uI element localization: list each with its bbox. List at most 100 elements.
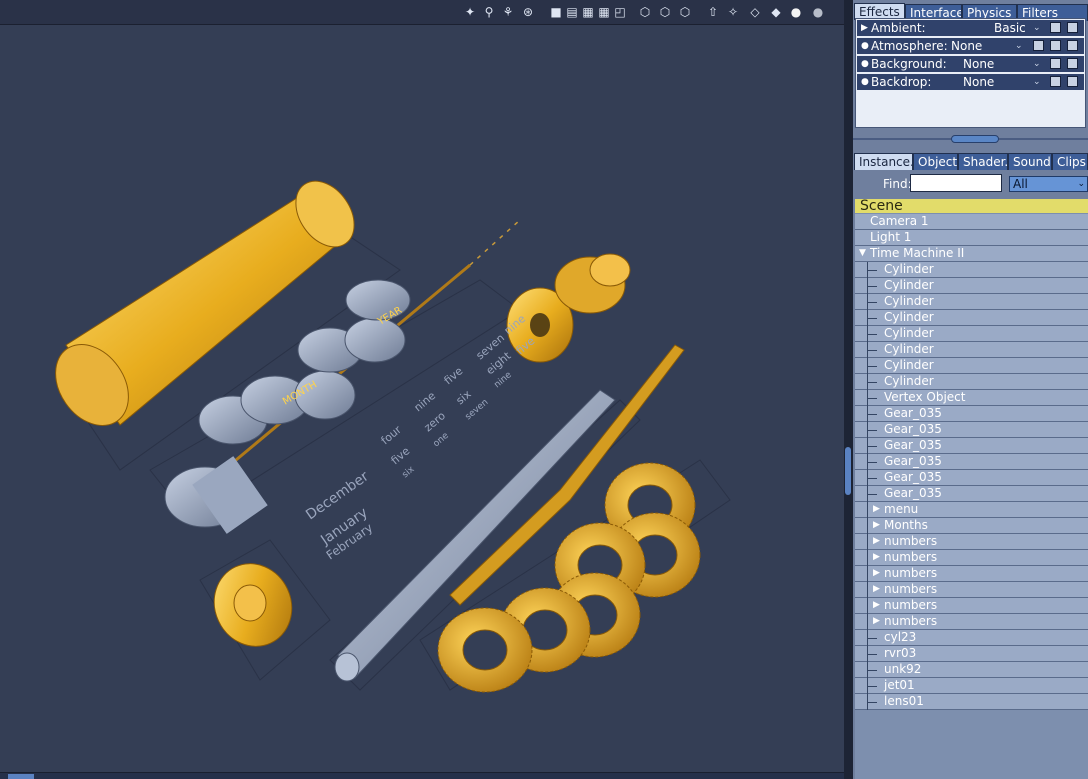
- cube-lit-icon[interactable]: ⬡: [657, 4, 673, 20]
- expand-arrow-icon[interactable]: ▶: [873, 502, 880, 517]
- 3d-viewport[interactable]: ✦ ⚲ ⚘ ⊛ ■ ▤ ▦ ▦ ◰ ⬡ ⬡ ⬡ ⇧ ✧ ◇ ◆ ● ● MONT…: [0, 0, 844, 779]
- tree-row[interactable]: Gear_035: [855, 422, 1088, 438]
- expand-arrow-icon[interactable]: ▶: [873, 598, 880, 613]
- texture-sphere-icon[interactable]: ●: [810, 4, 826, 20]
- splitter-grip[interactable]: [845, 447, 851, 495]
- light-icon[interactable]: ⇧: [705, 4, 721, 20]
- split-view-icon[interactable]: ◰: [612, 4, 628, 20]
- effect-row-backdrop[interactable]: ● Backdrop: None ⌄: [857, 74, 1084, 90]
- single-view-icon[interactable]: ■: [548, 4, 564, 20]
- tree-row[interactable]: Gear_035: [855, 470, 1088, 486]
- expand-arrow-icon[interactable]: ▶: [873, 582, 880, 597]
- figure-icon[interactable]: ⚲: [481, 4, 497, 20]
- tree-row[interactable]: lens01: [855, 694, 1088, 710]
- cube-wire-icon[interactable]: ⬡: [637, 4, 653, 20]
- tree-row[interactable]: Cylinder: [855, 342, 1088, 358]
- tree-row[interactable]: ▼ Time Machine II: [855, 246, 1088, 262]
- tree-row[interactable]: Cylinder: [855, 262, 1088, 278]
- effect-value[interactable]: None: [963, 56, 994, 72]
- save-icon[interactable]: [1050, 76, 1061, 87]
- save-icon[interactable]: [1050, 22, 1061, 33]
- 3d-scene[interactable]: MONTH YEAR December January February fou…: [0, 24, 844, 772]
- tree-row[interactable]: Vertex Object: [855, 390, 1088, 406]
- chevron-down-icon[interactable]: ⌄: [1015, 38, 1023, 54]
- expand-arrow-icon[interactable]: ▶: [873, 566, 880, 581]
- tree-row[interactable]: ▶ numbers: [855, 534, 1088, 550]
- tree-row[interactable]: cyl23: [855, 630, 1088, 646]
- chevron-down-icon[interactable]: ⌄: [1033, 74, 1041, 90]
- expand-arrow-icon[interactable]: ▶: [873, 534, 880, 549]
- collapse-arrow-icon[interactable]: ▼: [859, 246, 866, 261]
- tree-row[interactable]: jet01: [855, 678, 1088, 694]
- effect-value[interactable]: None: [963, 74, 994, 90]
- sphere-grid-icon[interactable]: ⊛: [520, 4, 536, 20]
- effect-value[interactable]: Basic: [994, 20, 1026, 36]
- camera-icon[interactable]: ✦: [462, 4, 478, 20]
- cube-shade-icon[interactable]: ⬡: [677, 4, 693, 20]
- three-view-icon[interactable]: ▦: [580, 4, 596, 20]
- tree-row[interactable]: Light 1: [855, 230, 1088, 246]
- expand-arrow-icon[interactable]: ▶: [861, 20, 868, 36]
- tree-row[interactable]: ▶ menu: [855, 502, 1088, 518]
- tree-row-label: Cylinder: [884, 262, 934, 276]
- tree-connector: [867, 534, 868, 550]
- tab-instance[interactable]: Instance.: [854, 153, 913, 170]
- tree-row[interactable]: Cylinder: [855, 294, 1088, 310]
- tree-row[interactable]: ▶ Months: [855, 518, 1088, 534]
- effect-row-atmosphere[interactable]: ● Atmosphere: None ⌄: [857, 38, 1084, 54]
- vertical-splitter[interactable]: [844, 0, 853, 779]
- rotate-icon[interactable]: ✧: [725, 4, 741, 20]
- tree-row[interactable]: Gear_035: [855, 454, 1088, 470]
- tab-object[interactable]: Object.: [913, 153, 958, 170]
- tree-row[interactable]: Cylinder: [855, 278, 1088, 294]
- chevron-down-icon[interactable]: ⌄: [1033, 56, 1041, 72]
- tree-row[interactable]: ▶ numbers: [855, 614, 1088, 630]
- edit-icon[interactable]: [1033, 40, 1044, 51]
- load-icon[interactable]: [1067, 40, 1078, 51]
- load-icon[interactable]: [1067, 22, 1078, 33]
- effect-row-background[interactable]: ● Background: None ⌄: [857, 56, 1084, 72]
- effect-row-ambient[interactable]: ▶ Ambient: Basic ⌄: [857, 20, 1084, 36]
- expand-arrow-icon[interactable]: ▶: [873, 614, 880, 629]
- two-view-icon[interactable]: ▤: [564, 4, 580, 20]
- tree-row[interactable]: Cylinder: [855, 374, 1088, 390]
- tree-row[interactable]: Cylinder: [855, 326, 1088, 342]
- viewport-bottom-tab[interactable]: [8, 774, 34, 779]
- shaded-sphere-icon[interactable]: ●: [788, 4, 804, 20]
- expand-arrow-icon[interactable]: ▶: [873, 518, 880, 533]
- tree-row[interactable]: Cylinder: [855, 358, 1088, 374]
- scene-root[interactable]: Scene: [855, 199, 1088, 213]
- tree-row[interactable]: Camera 1: [855, 214, 1088, 230]
- tree-row[interactable]: Gear_035: [855, 486, 1088, 502]
- tab-shader[interactable]: Shader.: [958, 153, 1008, 170]
- load-icon[interactable]: [1067, 76, 1078, 87]
- box-icon[interactable]: ◇: [747, 4, 763, 20]
- tab-clips[interactable]: Clips: [1052, 153, 1088, 170]
- find-input[interactable]: [910, 174, 1002, 192]
- expand-arrow-icon[interactable]: ▶: [873, 550, 880, 565]
- walk-icon[interactable]: ⚘: [500, 4, 516, 20]
- tree-row[interactable]: ▶ numbers: [855, 582, 1088, 598]
- hidden-line-icon[interactable]: ◆: [768, 4, 784, 20]
- tree-row[interactable]: ▶ numbers: [855, 598, 1088, 614]
- tree-connector: [867, 550, 868, 566]
- save-icon[interactable]: [1050, 40, 1061, 51]
- effect-value[interactable]: None: [951, 38, 982, 54]
- filter-select[interactable]: All ⌄: [1009, 176, 1088, 192]
- tree-row[interactable]: Gear_035: [855, 406, 1088, 422]
- tree-row[interactable]: unk92: [855, 662, 1088, 678]
- tree-row[interactable]: rvr03: [855, 646, 1088, 662]
- gold-disk[interactable]: [201, 551, 305, 659]
- viewport-status-strip: [0, 772, 844, 779]
- tab-sound[interactable]: Sound.: [1008, 153, 1052, 170]
- divider-grip[interactable]: [951, 135, 999, 143]
- panel-divider[interactable]: [853, 130, 1088, 148]
- load-icon[interactable]: [1067, 58, 1078, 69]
- four-view-icon[interactable]: ▦: [596, 4, 612, 20]
- save-icon[interactable]: [1050, 58, 1061, 69]
- tree-row[interactable]: ▶ numbers: [855, 550, 1088, 566]
- tree-row[interactable]: Cylinder: [855, 310, 1088, 326]
- chevron-down-icon[interactable]: ⌄: [1033, 20, 1041, 36]
- tree-row[interactable]: ▶ numbers: [855, 566, 1088, 582]
- tree-row[interactable]: Gear_035: [855, 438, 1088, 454]
